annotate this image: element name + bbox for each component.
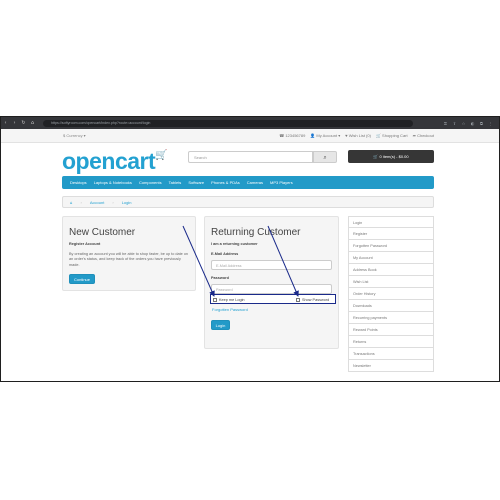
account-sidebar: Login Register Forgotten Password My Acc…	[348, 216, 434, 372]
password-label: Password	[211, 276, 229, 280]
email-field[interactable]: E-Mail Address	[211, 260, 332, 270]
breadcrumb-separator: ›	[112, 199, 114, 205]
menu-item-laptops[interactable]: Laptops & Notebooks	[94, 180, 132, 185]
sidebar-item-transactions[interactable]: Transactions	[348, 348, 434, 360]
logo[interactable]: opencart	[62, 148, 156, 175]
shopping-cart-link[interactable]: 🛒 Shopping Cart	[376, 133, 408, 138]
menu-item-components[interactable]: Components	[139, 180, 162, 185]
sidebar-item-order-history[interactable]: Order History	[348, 288, 434, 300]
top-bar: $ Currency ▾ ☎ 123456789 👤 My Account ▾ …	[1, 129, 499, 143]
home-icon[interactable]: ⌂	[28, 120, 37, 126]
sidebar-item-reward-points[interactable]: Reward Points	[348, 324, 434, 336]
search-icon: ⌕	[323, 154, 327, 161]
share-icon[interactable]: ⇪	[450, 121, 459, 126]
wishlist-link[interactable]: ♥ Wish List (0)	[345, 133, 371, 138]
menu-item-phones[interactable]: Phones & PDAs	[211, 180, 240, 185]
browser-toolbar: ‹ › ↻ ⌂ https://softyroom.com/opencart/i…	[1, 117, 499, 129]
currency-dropdown[interactable]: $ Currency ▾	[63, 133, 86, 138]
new-customer-text: By creating an account you will be able …	[69, 252, 189, 267]
breadcrumb: ⌂ › Account › Login	[62, 196, 434, 208]
puzzle-icon[interactable]: ⧉	[477, 121, 486, 126]
menu-item-tablets[interactable]: Tablets	[169, 180, 182, 185]
top-links: ☎ 123456789 👤 My Account ▾ ♥ Wish List (…	[279, 133, 434, 138]
sidebar-item-login[interactable]: Login	[348, 216, 434, 228]
login-button[interactable]: Login	[211, 320, 230, 330]
sidebar-item-returns[interactable]: Returns	[348, 336, 434, 348]
sidebar-item-downloads[interactable]: Downloads	[348, 300, 434, 312]
search-input[interactable]: Search	[188, 151, 313, 163]
login-options-highlight: Keep me Login Show Password	[210, 294, 336, 304]
checkout-link[interactable]: ➦ Checkout	[413, 133, 434, 138]
my-account-link[interactable]: 👤 My Account ▾	[310, 133, 340, 138]
breadcrumb-login[interactable]: Login	[122, 200, 132, 205]
continue-button[interactable]: Continue	[69, 274, 95, 284]
sidebar-item-recurring-payments[interactable]: Recurring payments	[348, 312, 434, 324]
sidebar-item-newsletter[interactable]: Newsletter	[348, 360, 434, 372]
sidebar-item-register[interactable]: Register	[348, 228, 434, 240]
star-icon[interactable]: ☆	[459, 121, 468, 126]
cart-button[interactable]: 🛒 0 item(s) - $0.00	[348, 150, 434, 163]
password-field[interactable]: Password	[211, 284, 332, 294]
sidebar-item-wish-list[interactable]: Wish List	[348, 276, 434, 288]
menu-item-software[interactable]: Software	[188, 180, 204, 185]
register-account-heading: Register Account	[69, 242, 101, 246]
sidebar-item-forgotten-password[interactable]: Forgotten Password	[348, 240, 434, 252]
forgotten-password-link[interactable]: Forgotten Password	[212, 307, 248, 312]
reload-icon[interactable]: ↻	[19, 120, 28, 126]
keep-login-label: Keep me Login	[219, 297, 245, 302]
menu-item-mp3[interactable]: MP3 Players	[270, 180, 293, 185]
main-menu: Desktops Laptops & Notebooks Components …	[62, 176, 434, 189]
sidebar-item-my-account[interactable]: My Account	[348, 252, 434, 264]
phone-link[interactable]: ☎ 123456789	[279, 133, 305, 138]
returning-customer-title: Returning Customer	[211, 227, 301, 238]
extension-icons: ⚿ ⇪ ☆ ◐ ⧉ ⋮	[441, 121, 495, 126]
breadcrumb-separator: ›	[80, 199, 82, 205]
breadcrumb-account[interactable]: Account	[90, 200, 104, 205]
menu-icon[interactable]: ⋮	[486, 121, 495, 126]
extension-icon[interactable]: ◐	[468, 121, 477, 126]
forward-icon[interactable]: ›	[10, 120, 19, 126]
logo-cart-icon: 🛒	[155, 150, 168, 161]
returning-customer-subtitle: I am a returning customer	[211, 242, 258, 246]
search-button[interactable]: ⌕	[313, 151, 337, 163]
email-label: E-Mail Address	[211, 252, 239, 256]
keep-login-checkbox[interactable]	[213, 298, 217, 302]
show-password-label: Show Password	[302, 297, 330, 302]
address-bar[interactable]: https://softyroom.com/opencart/index.php…	[43, 119, 413, 127]
returning-customer-panel: Returning Customer I am a returning cust…	[204, 216, 339, 349]
key-icon[interactable]: ⚿	[441, 121, 450, 126]
menu-item-desktops[interactable]: Desktops	[70, 180, 87, 185]
sidebar-item-address-book[interactable]: Address Book	[348, 264, 434, 276]
new-customer-panel: New Customer Register Account By creatin…	[62, 216, 196, 291]
home-icon[interactable]: ⌂	[70, 200, 73, 205]
new-customer-title: New Customer	[69, 227, 136, 238]
menu-item-cameras[interactable]: Cameras	[247, 180, 263, 185]
show-password-checkbox[interactable]	[296, 298, 300, 302]
back-icon[interactable]: ‹	[1, 120, 10, 126]
